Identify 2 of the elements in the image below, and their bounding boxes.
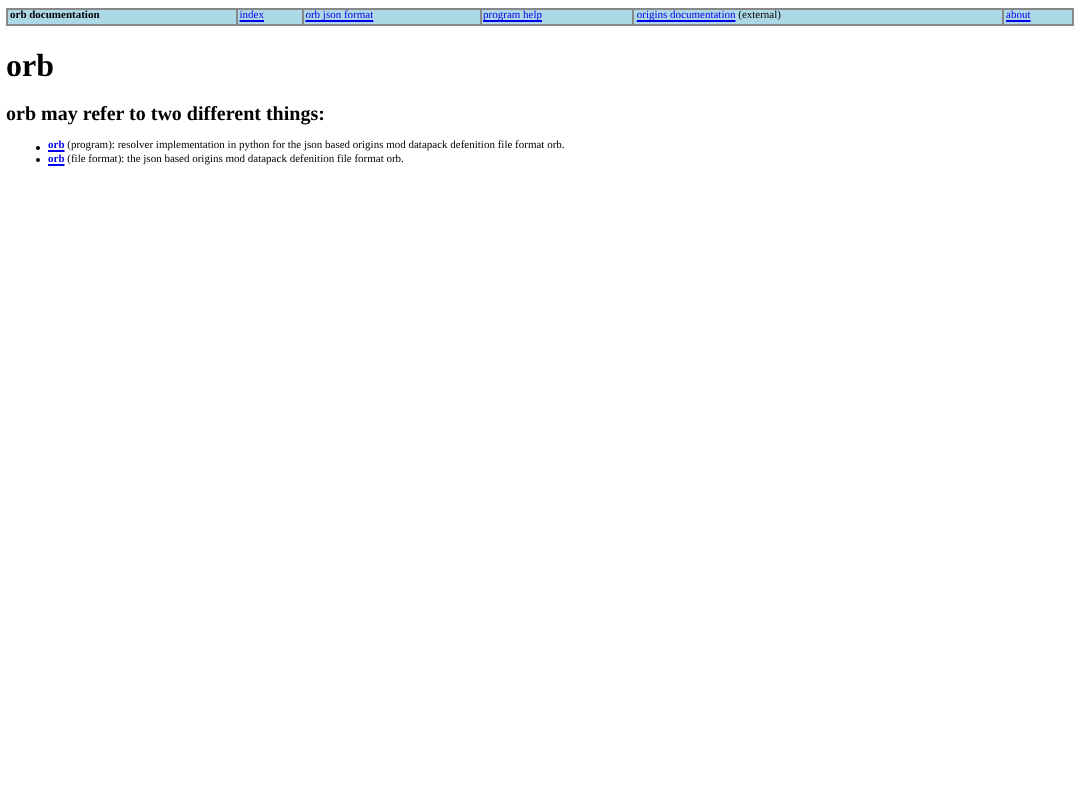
section-heading: orb may refer to two different things: bbox=[6, 104, 327, 128]
page-title: orb bbox=[6, 50, 56, 86]
